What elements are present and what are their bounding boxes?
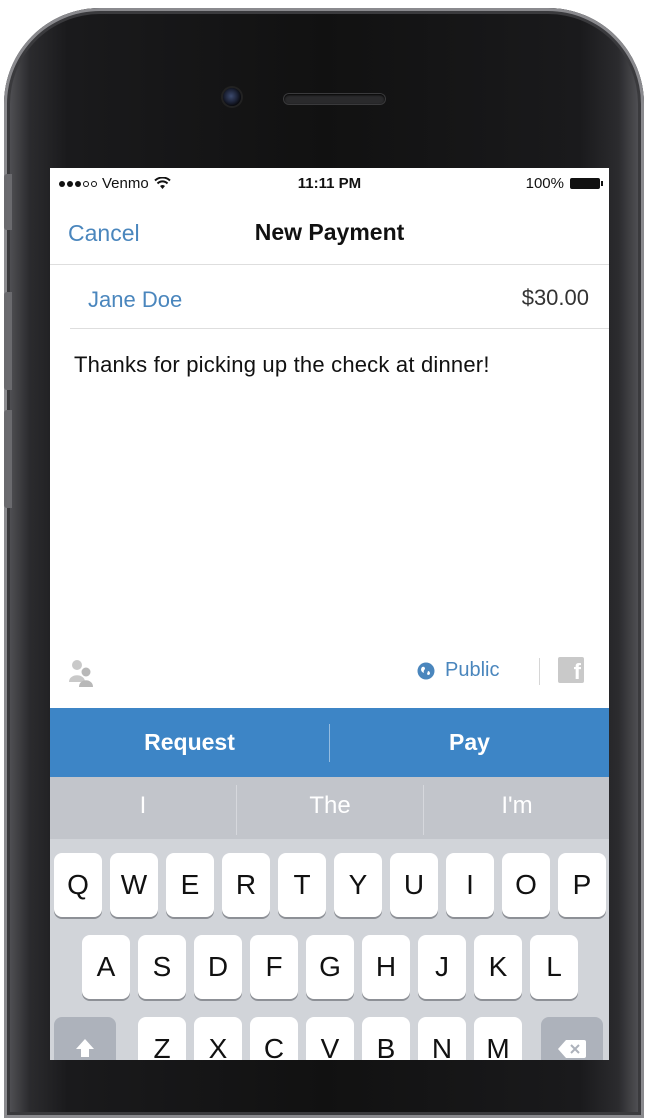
keyboard: Q W E R T Y U I O P A S D F G H J K L Z … [50, 839, 609, 1060]
predictive-text-bar: I The I'm [50, 777, 609, 839]
battery-group: 100% [525, 175, 603, 192]
volume-up-button [4, 292, 12, 390]
key-f[interactable]: F [250, 935, 298, 999]
suggestion-item[interactable]: The [237, 777, 423, 839]
page-title: New Payment [254, 219, 405, 245]
suggestion-item[interactable]: I'm [424, 777, 609, 839]
key-s[interactable]: S [138, 935, 186, 999]
pay-button[interactable]: Pay [330, 708, 609, 777]
key-m[interactable]: M [474, 1017, 522, 1060]
front-camera [223, 88, 241, 106]
key-g[interactable]: G [306, 935, 354, 999]
phone-screen: Venmo 11:11 PM 100% Cancel New Payment J… [50, 168, 609, 1060]
key-y[interactable]: Y [334, 853, 382, 917]
status-bar: Venmo 11:11 PM 100% [50, 168, 609, 198]
key-u[interactable]: U [390, 853, 438, 917]
payment-note-input[interactable]: Thanks for picking up the check at dinne… [74, 352, 490, 378]
key-l[interactable]: L [530, 935, 578, 999]
key-e[interactable]: E [166, 853, 214, 917]
amount-field[interactable]: $30.00 [522, 285, 589, 311]
key-x[interactable]: X [194, 1017, 242, 1060]
key-p[interactable]: P [558, 853, 606, 917]
key-k[interactable]: K [474, 935, 522, 999]
key-o[interactable]: O [502, 853, 550, 917]
friends-icon[interactable] [65, 658, 99, 688]
backspace-icon [558, 1040, 586, 1058]
key-c[interactable]: C [250, 1017, 298, 1060]
volume-down-button [4, 410, 12, 508]
key-r[interactable]: R [222, 853, 270, 917]
privacy-label: Public [445, 659, 500, 681]
globe-icon [417, 662, 435, 679]
earpiece-speaker [284, 94, 385, 104]
battery-icon [570, 178, 603, 189]
suggestion-item[interactable]: I [50, 777, 236, 839]
navigation-bar: Cancel New Payment [50, 198, 609, 264]
recipient-divider [70, 328, 609, 329]
mute-switch [4, 174, 12, 230]
action-bar: Request Pay [50, 708, 609, 777]
key-z[interactable]: Z [138, 1017, 186, 1060]
key-a[interactable]: A [82, 935, 130, 999]
nav-divider [50, 264, 609, 265]
key-d[interactable]: D [194, 935, 242, 999]
facebook-icon[interactable]: f [558, 657, 584, 683]
battery-percent: 100% [525, 175, 564, 192]
key-w[interactable]: W [110, 853, 158, 917]
key-v[interactable]: V [306, 1017, 354, 1060]
privacy-selector[interactable]: Public [417, 659, 499, 682]
audience-row: Public f [50, 653, 609, 693]
key-n[interactable]: N [418, 1017, 466, 1060]
key-b[interactable]: B [362, 1017, 410, 1060]
shift-arrow-icon [76, 1039, 94, 1057]
key-q[interactable]: Q [54, 853, 102, 917]
footer-separator [539, 658, 540, 685]
key-j[interactable]: J [418, 935, 466, 999]
recipient-name[interactable]: Jane Doe [88, 287, 182, 313]
key-h[interactable]: H [362, 935, 410, 999]
key-t[interactable]: T [278, 853, 326, 917]
request-button[interactable]: Request [50, 708, 329, 777]
shift-key[interactable] [54, 1017, 116, 1060]
key-i[interactable]: I [446, 853, 494, 917]
delete-key[interactable] [541, 1017, 603, 1060]
